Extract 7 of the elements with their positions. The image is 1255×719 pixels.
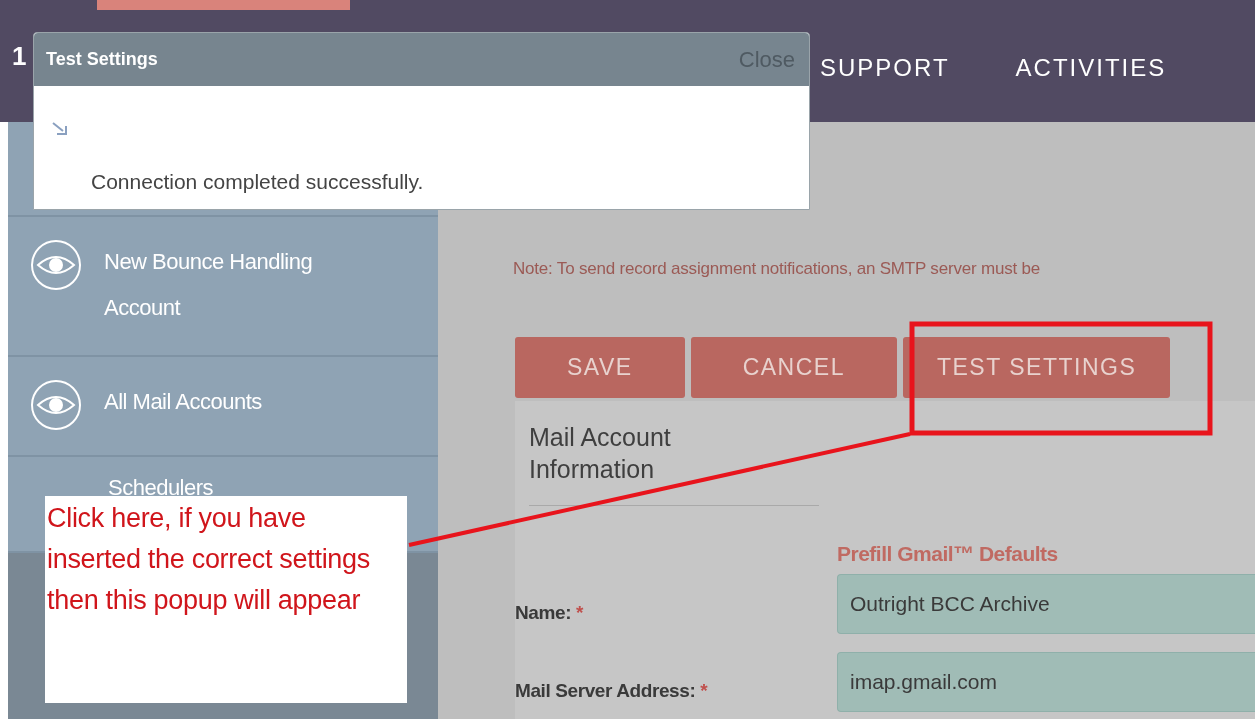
- field-label: Name: *: [515, 601, 584, 624]
- field-label: Mail Server Address: *: [515, 679, 709, 702]
- annotation-text: Click here, if you have inserted the correct settings then this popup will appear: [47, 502, 371, 617]
- panel-title: Mail Account Information: [529, 421, 819, 506]
- dialog-message: Connection completed successfully.: [91, 170, 425, 194]
- note-text: Note: To send record assignment notifications, an SMTP server must be: [513, 259, 1041, 279]
- dialog-title: Test Settings: [46, 49, 158, 70]
